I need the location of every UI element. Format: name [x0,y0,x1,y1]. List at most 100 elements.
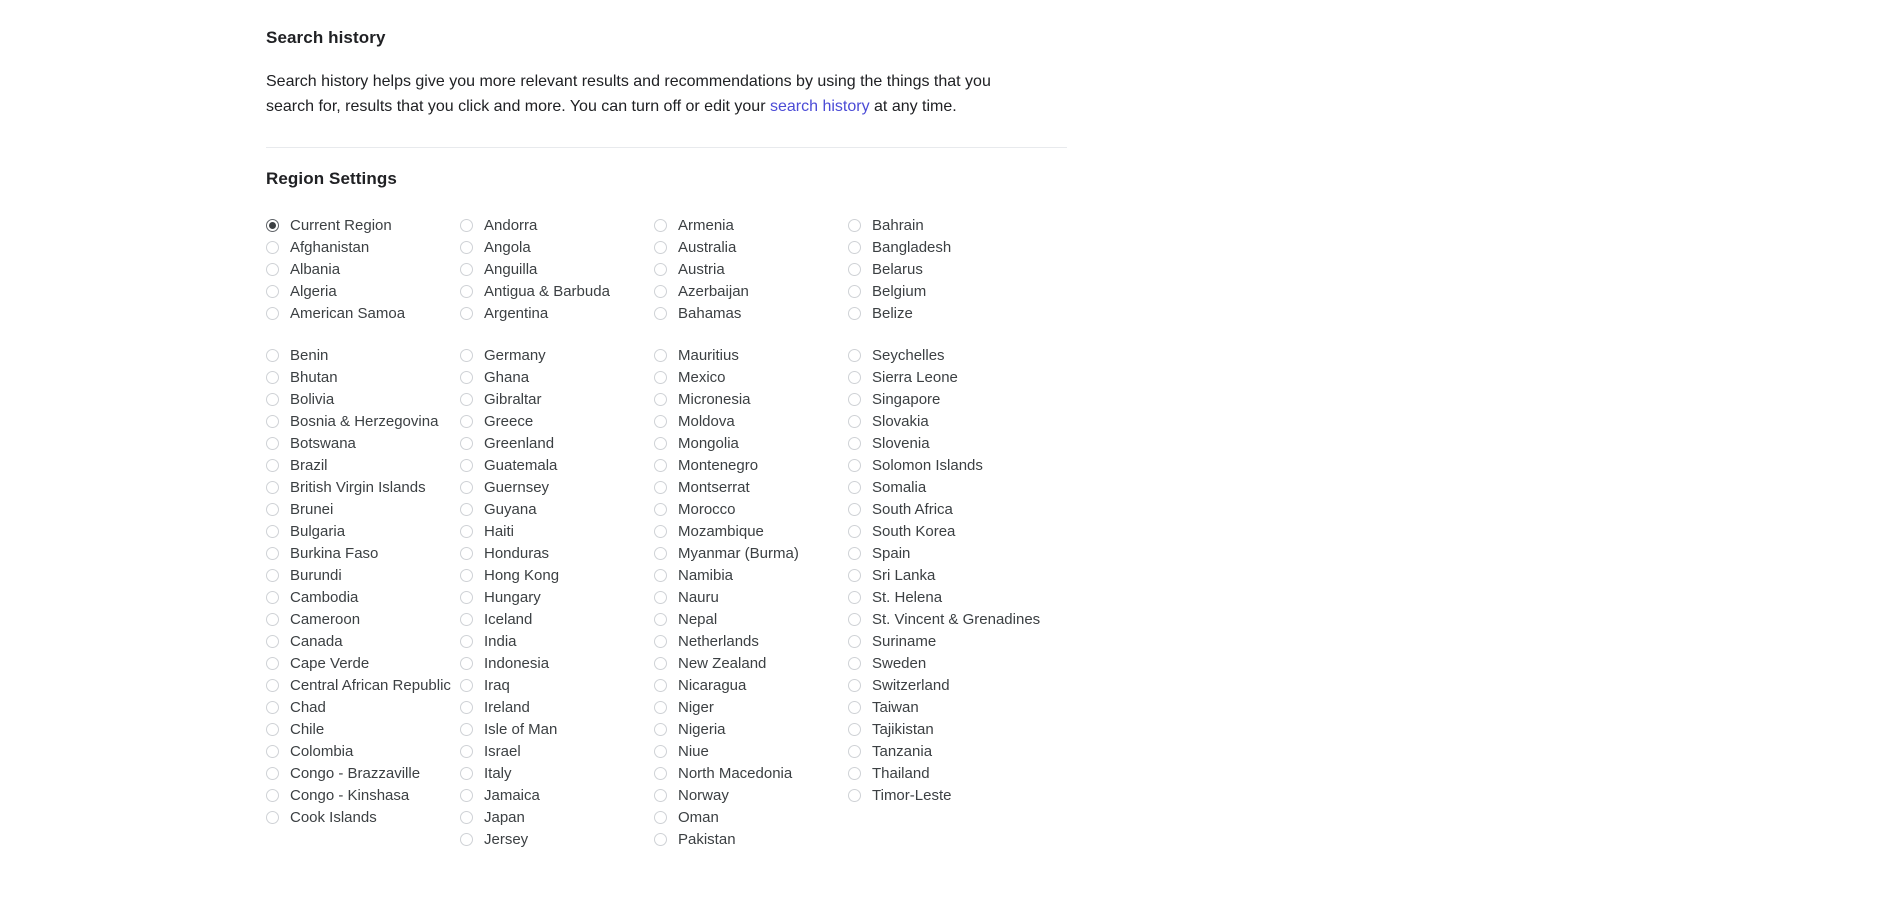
radio-unselected-icon[interactable] [654,546,667,560]
radio-unselected-icon[interactable] [266,634,279,648]
region-radio-japan[interactable]: Japan [460,807,654,829]
region-radio-new-zealand[interactable]: New Zealand [654,653,848,675]
region-radio-tanzania[interactable]: Tanzania [848,741,1048,763]
region-radio-bolivia[interactable]: Bolivia [266,389,460,411]
region-radio-spain[interactable]: Spain [848,543,1048,565]
region-radio-austria[interactable]: Austria [654,259,848,281]
region-radio-andorra[interactable]: Andorra [460,215,654,237]
region-radio-somalia[interactable]: Somalia [848,477,1048,499]
radio-unselected-icon[interactable] [266,810,279,824]
search-history-link[interactable]: search history [770,98,870,115]
region-radio-cape-verde[interactable]: Cape Verde [266,653,460,675]
radio-unselected-icon[interactable] [654,832,667,846]
region-radio-isle-of-man[interactable]: Isle of Man [460,719,654,741]
radio-unselected-icon[interactable] [460,392,473,406]
radio-unselected-icon[interactable] [654,524,667,538]
region-radio-nigeria[interactable]: Nigeria [654,719,848,741]
region-radio-indonesia[interactable]: Indonesia [460,653,654,675]
region-radio-anguilla[interactable]: Anguilla [460,259,654,281]
region-radio-pakistan[interactable]: Pakistan [654,829,848,851]
region-radio-benin[interactable]: Benin [266,345,460,367]
region-radio-bangladesh[interactable]: Bangladesh [848,237,1048,259]
region-radio-tajikistan[interactable]: Tajikistan [848,719,1048,741]
region-radio-afghanistan[interactable]: Afghanistan [266,237,460,259]
radio-unselected-icon[interactable] [654,458,667,472]
radio-unselected-icon[interactable] [460,656,473,670]
region-radio-india[interactable]: India [460,631,654,653]
radio-unselected-icon[interactable] [460,284,473,298]
region-radio-angola[interactable]: Angola [460,237,654,259]
region-radio-greenland[interactable]: Greenland [460,433,654,455]
region-radio-st-vincent-grenadines[interactable]: St. Vincent & Grenadines [848,609,1048,631]
region-radio-hong-kong[interactable]: Hong Kong [460,565,654,587]
radio-unselected-icon[interactable] [654,348,667,362]
region-radio-burkina-faso[interactable]: Burkina Faso [266,543,460,565]
region-radio-slovakia[interactable]: Slovakia [848,411,1048,433]
radio-unselected-icon[interactable] [654,766,667,780]
region-radio-british-virgin-islands[interactable]: British Virgin Islands [266,477,460,499]
radio-unselected-icon[interactable] [848,678,861,692]
region-radio-nicaragua[interactable]: Nicaragua [654,675,848,697]
radio-unselected-icon[interactable] [266,744,279,758]
radio-unselected-icon[interactable] [654,436,667,450]
radio-unselected-icon[interactable] [848,240,861,254]
region-radio-azerbaijan[interactable]: Azerbaijan [654,281,848,303]
radio-unselected-icon[interactable] [460,480,473,494]
radio-unselected-icon[interactable] [266,284,279,298]
radio-unselected-icon[interactable] [266,656,279,670]
region-radio-oman[interactable]: Oman [654,807,848,829]
radio-unselected-icon[interactable] [460,218,473,232]
region-radio-guyana[interactable]: Guyana [460,499,654,521]
region-radio-albania[interactable]: Albania [266,259,460,281]
region-radio-jamaica[interactable]: Jamaica [460,785,654,807]
radio-unselected-icon[interactable] [460,634,473,648]
region-radio-iraq[interactable]: Iraq [460,675,654,697]
radio-unselected-icon[interactable] [460,832,473,846]
region-radio-montserrat[interactable]: Montserrat [654,477,848,499]
radio-unselected-icon[interactable] [654,788,667,802]
radio-unselected-icon[interactable] [460,240,473,254]
radio-unselected-icon[interactable] [848,458,861,472]
radio-unselected-icon[interactable] [266,458,279,472]
region-radio-haiti[interactable]: Haiti [460,521,654,543]
region-radio-bulgaria[interactable]: Bulgaria [266,521,460,543]
region-radio-argentina[interactable]: Argentina [460,303,654,325]
radio-unselected-icon[interactable] [266,590,279,604]
region-radio-guernsey[interactable]: Guernsey [460,477,654,499]
region-radio-germany[interactable]: Germany [460,345,654,367]
region-radio-timor-leste[interactable]: Timor-Leste [848,785,1048,807]
region-radio-nauru[interactable]: Nauru [654,587,848,609]
region-radio-chile[interactable]: Chile [266,719,460,741]
region-radio-colombia[interactable]: Colombia [266,741,460,763]
radio-unselected-icon[interactable] [460,306,473,320]
radio-unselected-icon[interactable] [848,414,861,428]
radio-unselected-icon[interactable] [848,436,861,450]
region-radio-italy[interactable]: Italy [460,763,654,785]
radio-unselected-icon[interactable] [266,722,279,736]
radio-unselected-icon[interactable] [848,502,861,516]
region-radio-mozambique[interactable]: Mozambique [654,521,848,543]
radio-unselected-icon[interactable] [460,810,473,824]
region-radio-antigua-barbuda[interactable]: Antigua & Barbuda [460,281,654,303]
region-radio-myanmar-burma[interactable]: Myanmar (Burma) [654,543,848,565]
radio-unselected-icon[interactable] [460,458,473,472]
region-radio-cameroon[interactable]: Cameroon [266,609,460,631]
region-radio-brazil[interactable]: Brazil [266,455,460,477]
radio-unselected-icon[interactable] [848,392,861,406]
region-radio-sierra-leone[interactable]: Sierra Leone [848,367,1048,389]
radio-unselected-icon[interactable] [654,306,667,320]
region-radio-honduras[interactable]: Honduras [460,543,654,565]
radio-unselected-icon[interactable] [266,436,279,450]
region-radio-greece[interactable]: Greece [460,411,654,433]
region-radio-montenegro[interactable]: Montenegro [654,455,848,477]
radio-unselected-icon[interactable] [266,240,279,254]
radio-unselected-icon[interactable] [266,766,279,780]
region-radio-belgium[interactable]: Belgium [848,281,1048,303]
radio-unselected-icon[interactable] [460,678,473,692]
radio-unselected-icon[interactable] [848,370,861,384]
region-radio-current-region[interactable]: Current Region [266,215,460,237]
region-radio-norway[interactable]: Norway [654,785,848,807]
radio-unselected-icon[interactable] [460,700,473,714]
region-radio-brunei[interactable]: Brunei [266,499,460,521]
radio-unselected-icon[interactable] [460,348,473,362]
